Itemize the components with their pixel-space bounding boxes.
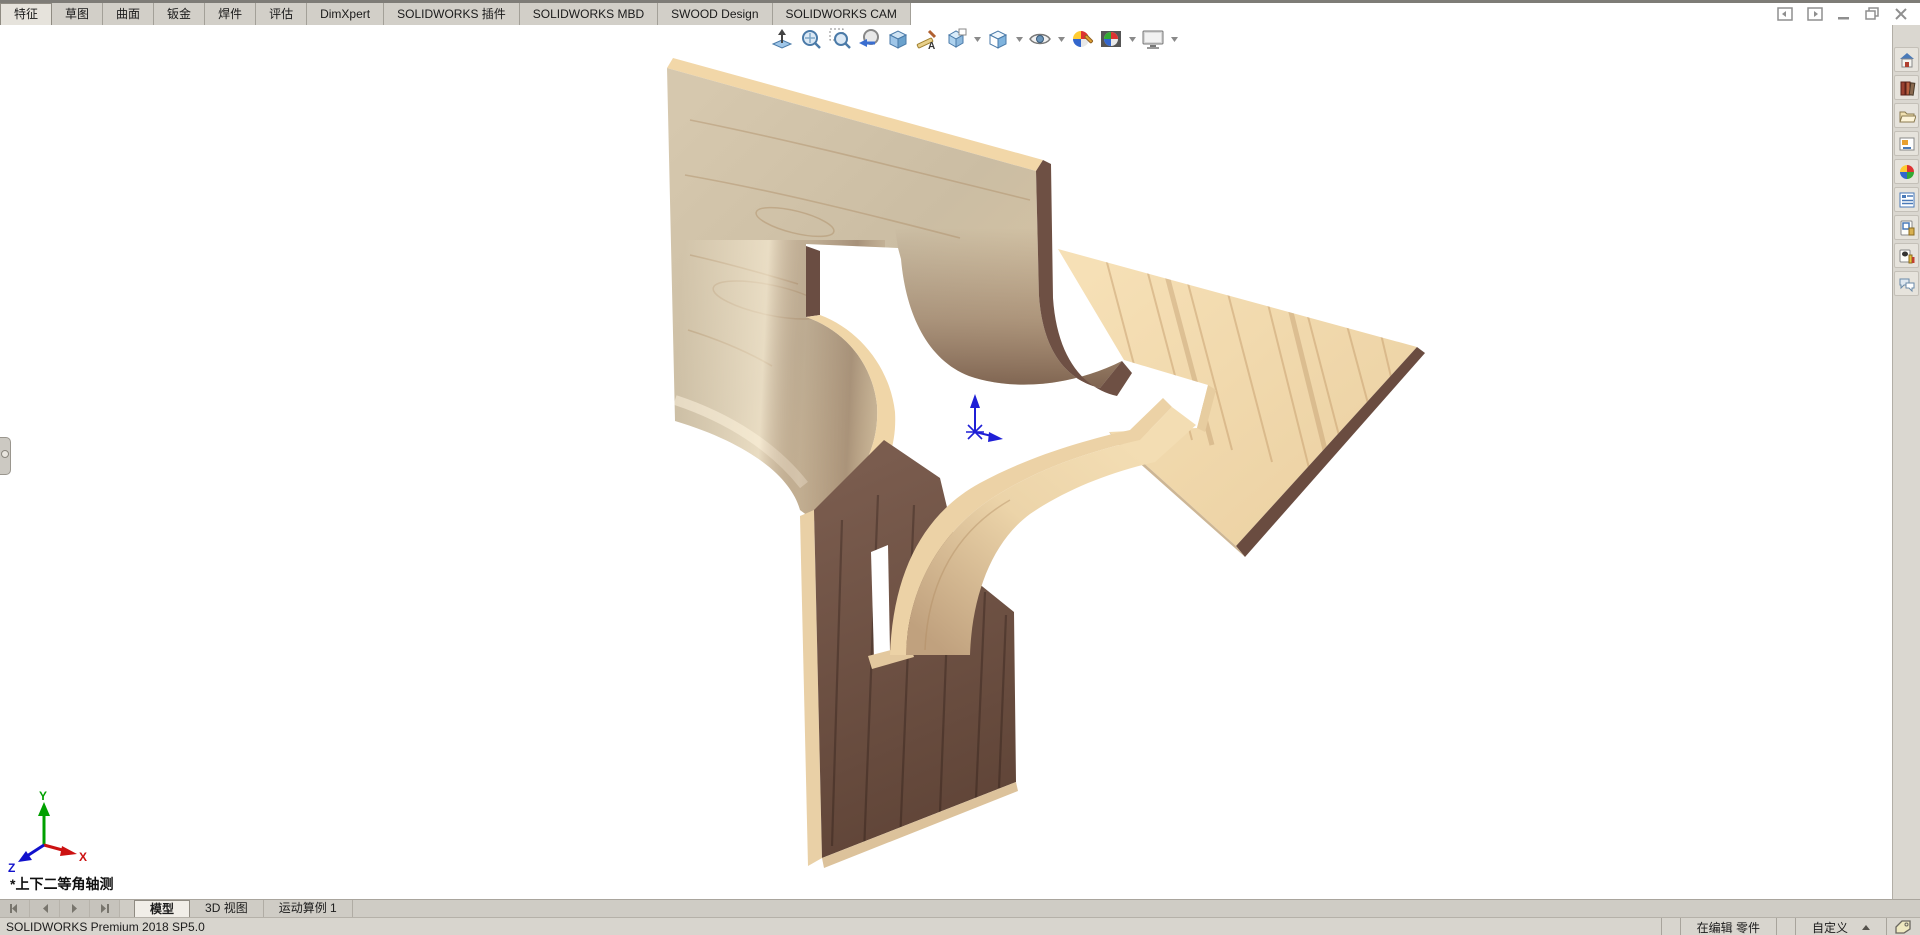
tab-solidworks-addins[interactable]: SOLIDWORKS 插件 [384, 3, 520, 25]
tab-scroll-next-icon[interactable] [60, 900, 90, 917]
swood-library-icon[interactable] [1894, 215, 1919, 240]
minimize-icon[interactable] [1837, 7, 1851, 21]
tab-weldments[interactable]: 焊件 [205, 3, 257, 25]
tab-solidworks-cam[interactable]: SOLIDWORKS CAM [772, 3, 911, 25]
triad-x-label: X [79, 850, 87, 864]
task-pane [1892, 25, 1920, 899]
tag-button[interactable] [1886, 918, 1920, 935]
swood-options-icon[interactable] [1894, 243, 1919, 268]
solidworks-resources-icon[interactable] [1894, 47, 1919, 72]
forum-icon[interactable] [1894, 271, 1919, 296]
status-bar: SOLIDWORKS Premium 2018 SP5.0 在编辑 零件 自定义 [0, 917, 1920, 935]
graphics-area[interactable]: Y X Z [0, 25, 1920, 935]
tab-solidworks-mbd[interactable]: SOLIDWORKS MBD [519, 3, 659, 25]
origin-marker[interactable] [966, 394, 1003, 442]
tab-dimxpert[interactable]: DimXpert [307, 3, 385, 25]
view-palette-icon[interactable] [1894, 131, 1919, 156]
display-style-dropdown-icon[interactable] [1015, 27, 1023, 51]
tab-swood-design[interactable]: SWOOD Design [658, 3, 773, 25]
window-controls [1777, 7, 1908, 21]
sheet-tab-model[interactable]: 模型 [134, 900, 191, 917]
tab-surfaces[interactable]: 曲面 [103, 3, 155, 25]
model-ab-bend-surface[interactable] [895, 228, 1122, 388]
tab-scroll-prev-icon[interactable] [30, 900, 60, 917]
triad-y-label: Y [39, 789, 47, 803]
configuration-tab-bar: 模型 3D 视图 运动算例 1 [0, 899, 1920, 917]
status-spacer-2 [1775, 918, 1795, 935]
sheet-tab-motion-study[interactable]: 运动算例 1 [264, 900, 353, 917]
model-right-panel[interactable] [1058, 249, 1425, 557]
edit-appearance-icon[interactable] [1070, 27, 1094, 51]
previous-view-icon[interactable] [857, 27, 881, 51]
file-explorer-icon[interactable] [1894, 103, 1919, 128]
restore-icon[interactable] [1865, 7, 1880, 21]
tab-evaluate[interactable]: 评估 [256, 3, 308, 25]
model-bc-bend[interactable] [890, 398, 1196, 655]
display-style-icon[interactable] [986, 27, 1010, 51]
feature-tree-flyout-tab[interactable] [0, 437, 11, 475]
design-library-icon[interactable] [1894, 75, 1919, 100]
apply-scene-icon[interactable] [1099, 27, 1123, 51]
svg-text:A: A [928, 41, 935, 51]
view-settings-dropdown-icon[interactable] [1170, 27, 1178, 51]
tab-sheet-metal[interactable]: 钣金 [154, 3, 206, 25]
sheet-tab-3d-views[interactable]: 3D 视图 [190, 900, 264, 917]
reference-triad: Y X Z [8, 789, 87, 875]
model-right-panel-top-face[interactable] [1058, 249, 1417, 546]
apply-scene-dropdown-icon[interactable] [1128, 27, 1136, 51]
view-orientation-label: *上下二等角轴测 [10, 876, 114, 892]
customize-label: 自定义 [1811, 920, 1848, 935]
customize-caret-icon [1862, 924, 1870, 930]
status-spacer [1660, 918, 1680, 935]
hide-show-items-icon[interactable] [1028, 27, 1052, 51]
heads-up-view-toolbar: A [770, 27, 1178, 51]
command-manager-tabs: 特征 草图 曲面 钣金 焊件 评估 DimXpert SOLIDWORKS 插件… [0, 3, 911, 25]
zoom-to-fit-icon[interactable] [799, 27, 823, 51]
tab-scroll-first-icon[interactable] [0, 900, 30, 917]
pane-collapse-right-icon[interactable] [1807, 7, 1823, 21]
hide-show-items-dropdown-icon[interactable] [1057, 27, 1065, 51]
section-view-icon[interactable] [886, 27, 910, 51]
appearances-scenes-icon[interactable] [1894, 159, 1919, 184]
view-orientation-icon[interactable] [944, 27, 968, 51]
view-orientation-dropdown-icon[interactable] [973, 27, 981, 51]
dynamic-annotation-views-icon[interactable]: A [915, 27, 939, 51]
product-version-label: SOLIDWORKS Premium 2018 SP5.0 [6, 920, 205, 934]
view-settings-icon[interactable] [1141, 27, 1165, 51]
tab-features[interactable]: 特征 [0, 3, 53, 25]
editing-mode-label: 在编辑 零件 [1679, 918, 1776, 935]
normal-to-icon[interactable] [770, 27, 794, 51]
close-icon[interactable] [1894, 7, 1908, 21]
zoom-to-area-icon[interactable] [828, 27, 852, 51]
model-upper-panel-notch-wall[interactable] [806, 246, 820, 317]
customize-menu[interactable]: 自定义 [1794, 918, 1886, 935]
pane-collapse-left-icon[interactable] [1777, 7, 1793, 21]
custom-properties-icon[interactable] [1894, 187, 1919, 212]
model-lower-panel-notch-gap [871, 545, 890, 658]
tag-icon [1895, 920, 1911, 934]
solidworks-window: Y X Z 特征 草图 曲面 钣金 焊件 评估 DimXpert SOLIDWO… [0, 0, 1920, 935]
triad-z-label: Z [8, 861, 15, 875]
tab-sketch[interactable]: 草图 [52, 3, 104, 25]
tab-scroll-last-icon[interactable] [90, 900, 120, 917]
